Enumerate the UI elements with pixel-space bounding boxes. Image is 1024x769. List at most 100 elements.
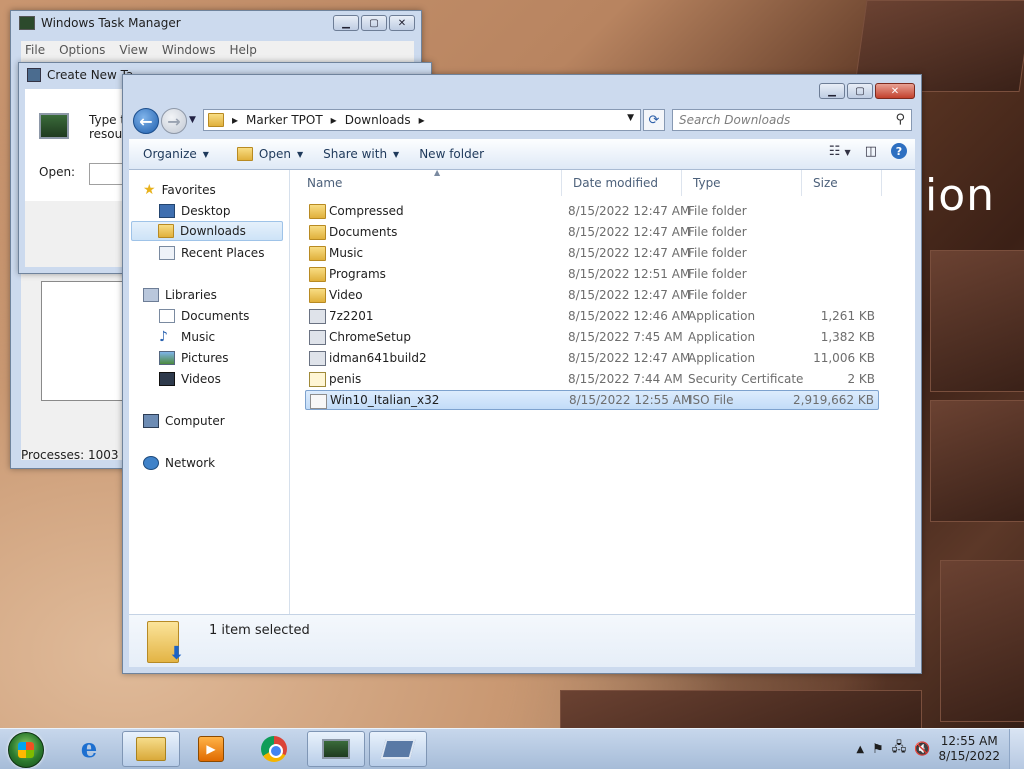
documents-icon: [159, 309, 175, 323]
breadcrumb-marker-tpot[interactable]: Marker TPOT: [246, 113, 323, 127]
task-manager-titlebar[interactable]: Windows Task Manager: [19, 16, 181, 30]
navigation-pane[interactable]: ★ Favorites Desktop Downloads Recent Pla…: [129, 170, 290, 614]
action-center-flag-icon[interactable]: ⚑: [872, 742, 884, 757]
minimize-button[interactable]: ▁: [333, 15, 359, 31]
nav-libraries[interactable]: Libraries: [143, 285, 217, 305]
breadcrumb-separator[interactable]: ▸: [232, 113, 238, 127]
maximize-button[interactable]: ▢: [361, 15, 387, 31]
minimize-button[interactable]: ▁: [819, 83, 845, 99]
file-row[interactable]: penis 8/15/2022 7:44 AM Security Certifica…: [305, 369, 879, 389]
column-name-label: Name: [307, 176, 343, 190]
preview-pane-icon[interactable]: ◫: [865, 144, 877, 159]
nav-computer[interactable]: Computer: [143, 411, 225, 431]
file-date: 8/15/2022 12:51 AM: [568, 267, 691, 281]
file-row[interactable]: idman641build2 8/15/2022 12:47 AM Applicat…: [305, 348, 879, 368]
taskbar-run-dialog[interactable]: [369, 731, 427, 767]
navigation-row: ← → ▼ ▸ Marker TPOT ▸ Downloads ▸ ▼ ⟳ Se…: [129, 107, 915, 135]
nav-music[interactable]: ♪ Music: [159, 327, 215, 347]
nav-videos[interactable]: Videos: [159, 369, 221, 389]
file-name: ChromeSetup: [329, 330, 411, 344]
column-header-type[interactable]: Type: [682, 170, 802, 196]
file-row[interactable]: Win10_Italian_x32 8/15/2022 12:55 AM ISO F…: [305, 390, 879, 410]
taskbar-windows-explorer[interactable]: [122, 731, 180, 767]
organize-button[interactable]: Organize ▼: [129, 140, 219, 168]
share-with-button[interactable]: Share with ▼: [313, 140, 409, 168]
nav-recent-places[interactable]: Recent Places: [159, 243, 264, 263]
open-folder-icon: [236, 147, 253, 161]
file-date: 8/15/2022 12:47 AM: [568, 225, 691, 239]
start-button[interactable]: [8, 732, 44, 768]
maximize-button[interactable]: ▢: [847, 83, 873, 99]
menu-help[interactable]: Help: [229, 41, 256, 59]
file-row[interactable]: Compressed 8/15/2022 12:47 AM File folder: [305, 201, 879, 221]
nav-network-label: Network: [165, 456, 216, 470]
volume-muted-icon[interactable]: 🔇: [914, 742, 930, 757]
menu-windows[interactable]: Windows: [162, 41, 216, 59]
search-input[interactable]: Search Downloads ⚲: [672, 109, 912, 131]
back-button[interactable]: ←: [133, 108, 159, 134]
taskbar-internet-explorer[interactable]: e: [60, 731, 118, 767]
processes-count: Processes: 1003: [21, 448, 119, 462]
view-options-icon[interactable]: ☷ ▼: [829, 144, 851, 159]
breadcrumb-downloads[interactable]: Downloads: [345, 113, 411, 127]
file-type: File folder: [688, 204, 747, 218]
help-icon[interactable]: ?: [891, 143, 907, 159]
recent-pages-dropdown-icon[interactable]: ▼: [189, 115, 196, 125]
task-manager-menubar: File Options View Windows Help: [21, 41, 414, 59]
nav-videos-label: Videos: [181, 372, 221, 386]
taskbar-media-player[interactable]: ▶: [182, 731, 240, 767]
taskbar-chrome[interactable]: [245, 731, 303, 767]
menu-view[interactable]: View: [119, 41, 147, 59]
column-header-name[interactable]: Name ▲: [296, 168, 562, 196]
nav-downloads[interactable]: Downloads: [131, 221, 283, 241]
breadcrumb-separator[interactable]: ▸: [419, 113, 425, 127]
clock-time: 12:55 AM: [940, 734, 998, 748]
windows-logo-icon: [18, 742, 34, 758]
file-row[interactable]: Music 8/15/2022 12:47 AM File folder: [305, 243, 879, 263]
search-icon[interactable]: ⚲: [895, 112, 905, 127]
nav-favorites[interactable]: ★ Favorites: [143, 180, 216, 200]
chevron-down-icon: ▼: [296, 149, 304, 159]
file-row[interactable]: ChromeSetup 8/15/2022 7:45 AM Application 1…: [305, 327, 879, 347]
address-bar[interactable]: ▸ Marker TPOT ▸ Downloads ▸ ▼: [203, 109, 641, 131]
file-row[interactable]: 7z2201 8/15/2022 12:46 AM Application 1,261…: [305, 306, 879, 326]
close-button[interactable]: ✕: [389, 15, 415, 31]
column-header-date[interactable]: Date modified: [562, 170, 682, 196]
show-hidden-icons[interactable]: ▲: [856, 744, 864, 755]
new-folder-button[interactable]: New folder: [409, 140, 494, 168]
iso-file-icon: [310, 394, 327, 409]
file-date: 8/15/2022 12:47 AM: [568, 204, 691, 218]
file-row[interactable]: Video 8/15/2022 12:47 AM File folder: [305, 285, 879, 305]
file-list-pane[interactable]: Name ▲ Date modified Type Size Compresse…: [290, 168, 915, 614]
file-row[interactable]: Documents 8/15/2022 12:47 AM File folder: [305, 222, 879, 242]
run-program-icon: [39, 113, 69, 139]
file-name: 7z2201: [329, 309, 374, 323]
idm-icon: [309, 351, 326, 366]
column-header-size[interactable]: Size: [802, 170, 882, 196]
taskbar-task-manager[interactable]: [307, 731, 365, 767]
nav-desktop[interactable]: Desktop: [159, 201, 231, 221]
network-tray-icon[interactable]: 🖧: [892, 738, 907, 760]
forward-button[interactable]: →: [161, 108, 187, 134]
clock[interactable]: 12:55 AM 8/15/2022: [938, 734, 1000, 764]
menu-file[interactable]: File: [25, 41, 45, 59]
run-icon: [27, 68, 41, 82]
nav-documents[interactable]: Documents: [159, 306, 249, 326]
file-row[interactable]: Programs 8/15/2022 12:51 AM File folder: [305, 264, 879, 284]
breadcrumb-separator[interactable]: ▸: [331, 113, 337, 127]
close-button[interactable]: ✕: [875, 83, 915, 99]
music-icon: ♪: [159, 329, 168, 345]
explorer-window[interactable]: ▁ ▢ ✕ ← → ▼ ▸ Marker TPOT ▸ Downloads ▸ …: [122, 74, 922, 674]
clock-date: 8/15/2022: [938, 749, 1000, 763]
create-task-titlebar[interactable]: Create New Ta: [27, 68, 133, 82]
address-dropdown-icon[interactable]: ▼: [627, 113, 634, 123]
file-size: 2 KB: [847, 372, 875, 386]
file-size: 11,006 KB: [813, 351, 875, 365]
open-button[interactable]: Open ▼: [227, 140, 313, 168]
refresh-button[interactable]: ⟳: [643, 109, 665, 131]
show-desktop-button[interactable]: [1009, 729, 1024, 769]
nav-pictures[interactable]: Pictures: [159, 348, 229, 368]
chrome-icon: [261, 736, 287, 762]
menu-options[interactable]: Options: [59, 41, 105, 59]
nav-network[interactable]: Network: [143, 453, 215, 473]
